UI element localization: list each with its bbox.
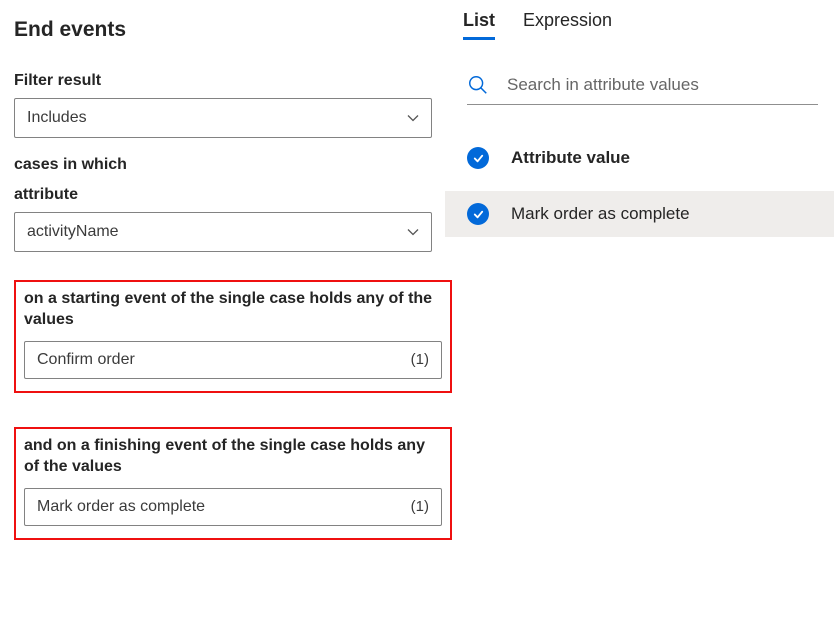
check-icon [467,203,489,225]
right-panel: List Expression Attribute value Mark ord… [445,0,834,620]
attribute-value-header-label: Attribute value [511,148,630,168]
filter-result-value: Includes [27,109,87,127]
finishing-event-value-box[interactable]: Mark order as complete (1) [24,488,442,526]
cases-label: cases in which [14,154,433,176]
chevron-down-icon [407,112,419,124]
starting-event-value: Confirm order [37,351,135,369]
starting-event-count: (1) [411,351,429,368]
starting-event-value-box[interactable]: Confirm order (1) [24,341,442,379]
tab-list[interactable]: List [463,10,495,40]
list-item-label: Mark order as complete [511,204,690,224]
chevron-down-icon [407,226,419,238]
left-panel: End events Filter result Includes cases … [0,0,445,620]
attribute-group: attribute activityName [14,186,433,252]
page-title: End events [14,18,433,42]
attribute-value-list: Mark order as complete [445,191,834,237]
attribute-select[interactable]: activityName [14,212,432,252]
list-item[interactable]: Mark order as complete [445,191,834,237]
filter-result-select[interactable]: Includes [14,98,432,138]
starting-event-label: on a starting event of the single case h… [24,288,442,331]
tab-expression[interactable]: Expression [523,10,612,40]
tabs: List Expression [445,10,834,40]
finishing-event-count: (1) [411,498,429,515]
finishing-event-label: and on a finishing event of the single c… [24,435,442,478]
filter-result-label: Filter result [14,72,433,90]
search-row [467,74,818,105]
starting-event-box: on a starting event of the single case h… [14,280,452,393]
attribute-value-header[interactable]: Attribute value [445,139,834,177]
attribute-label: attribute [14,186,433,204]
search-input[interactable] [507,75,818,95]
finishing-event-value: Mark order as complete [37,498,205,516]
filter-result-group: Filter result Includes [14,72,433,138]
finishing-event-box: and on a finishing event of the single c… [14,427,452,540]
search-icon [467,74,489,96]
attribute-value: activityName [27,223,119,241]
check-icon [467,147,489,169]
